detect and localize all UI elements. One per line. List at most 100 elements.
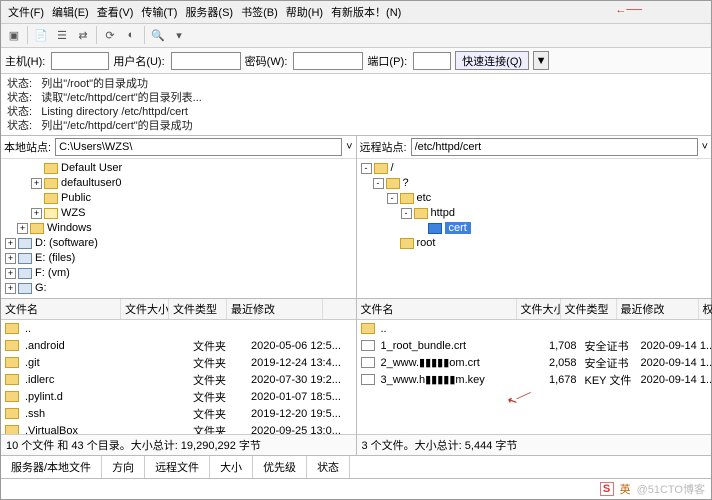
remote-list-header[interactable]: 文件名 文件大小 文件类型 最近修改 权限 (357, 299, 712, 320)
tree-node[interactable]: -httpd (401, 206, 708, 221)
list-item[interactable]: 3_www.h▮▮▮▮▮m.key1,678KEY 文件2020-09-14 1… (357, 371, 712, 388)
tree-expander[interactable]: + (5, 253, 16, 264)
tree-node[interactable]: cert (415, 221, 708, 236)
list-item[interactable]: .VirtualBox文件夹2020-09-25 13:0... (1, 422, 356, 434)
toggle-queue-icon[interactable]: ⇄ (74, 26, 92, 44)
pass-input[interactable] (293, 52, 363, 70)
remote-path-drop[interactable]: ˅ (702, 141, 708, 153)
col-type[interactable]: 文件类型 (169, 299, 227, 319)
log-line: 状态: 列出"/etc/httpd/cert"的目录成功 (7, 119, 705, 133)
menu-edit[interactable]: 编辑(E) (49, 3, 92, 21)
list-item[interactable]: .git文件夹2019-12-24 13:4... (1, 354, 356, 371)
compare-icon[interactable]: ◐ (122, 26, 140, 44)
tree-node[interactable]: Default User (31, 161, 352, 176)
local-tree[interactable]: Default User+defaultuser0Public+WZS+Wind… (1, 159, 356, 298)
list-item[interactable]: 1_root_bundle.crt1,708安全证书2020-09-14 1..… (357, 337, 712, 354)
local-file-list: 文件名 文件大小 文件类型 最近修改 ...android文件夹2020-05-… (1, 299, 357, 455)
tree-node[interactable]: +F: (vm) (5, 266, 352, 281)
col-mod[interactable]: 最近修改 (227, 299, 323, 319)
tree-node[interactable]: +D: (software) (5, 236, 352, 251)
toggle-log-icon[interactable]: 📄 (32, 26, 50, 44)
menu-file[interactable]: 文件(F) (5, 3, 47, 21)
tree-expander[interactable]: + (17, 223, 28, 234)
col-type[interactable]: 文件类型 (561, 299, 617, 319)
tree-node[interactable]: +E: (files) (5, 251, 352, 266)
queue-col-remote[interactable]: 远程文件 (145, 456, 210, 478)
queue-col-status[interactable]: 状态 (307, 456, 350, 478)
message-log[interactable]: 状态: 列出"/root"的目录成功状态: 读取"/etc/httpd/cert… (1, 74, 711, 136)
queue-col-pri[interactable]: 优先级 (253, 456, 307, 478)
menu-bookmark[interactable]: 书签(B) (238, 3, 281, 21)
menu-server[interactable]: 服务器(S) (182, 3, 236, 21)
list-item[interactable]: 2_www.▮▮▮▮▮om.crt2,058安全证书2020-09-14 1..… (357, 354, 712, 371)
remote-site-label: 远程站点: (360, 139, 407, 155)
list-item[interactable]: .pylint.d文件夹2020-01-07 18:5... (1, 388, 356, 405)
host-input[interactable] (51, 52, 109, 70)
port-input[interactable] (413, 52, 451, 70)
tree-expander[interactable]: - (401, 208, 412, 219)
col-size[interactable]: 文件大小 (517, 299, 561, 319)
menu-view[interactable]: 查看(V) (94, 3, 137, 21)
tree-expander[interactable]: - (361, 163, 372, 174)
col-size[interactable]: 文件大小 (121, 299, 169, 319)
tree-expander[interactable]: + (31, 208, 42, 219)
tree-node[interactable]: root (387, 236, 708, 251)
sogou-ime-icon[interactable]: S (600, 482, 614, 496)
tree-expander[interactable]: + (31, 178, 42, 189)
remote-file-list: 文件名 文件大小 文件类型 最近修改 权限 ..1_root_bundle.cr… (357, 299, 712, 455)
remote-list-body[interactable]: ..1_root_bundle.crt1,708安全证书2020-09-14 1… (357, 320, 712, 434)
toggle-tree-icon[interactable]: ☰ (53, 26, 71, 44)
local-list-body[interactable]: ...android文件夹2020-05-06 12:5....git文件夹20… (1, 320, 356, 434)
col-name[interactable]: 文件名 (1, 299, 121, 319)
local-path-drop[interactable]: ˅ (346, 141, 352, 153)
quickconnect-dropdown[interactable]: ▼ (533, 51, 549, 70)
folder-icon (5, 357, 19, 368)
tree-expander[interactable]: + (5, 238, 16, 249)
tree-expander[interactable]: - (387, 193, 398, 204)
tree-node[interactable]: -? (373, 176, 708, 191)
list-item[interactable]: .. (357, 320, 712, 337)
tree-node[interactable]: +WZS (31, 206, 352, 221)
menu-newver[interactable]: 有新版本！(N) (328, 3, 404, 21)
folder-icon (400, 193, 414, 204)
col-mod[interactable]: 最近修改 (617, 299, 699, 319)
col-name[interactable]: 文件名 (357, 299, 517, 319)
tree-node[interactable]: -/ (361, 161, 708, 176)
tree-node[interactable]: -etc (387, 191, 708, 206)
list-item[interactable]: .. (1, 320, 356, 337)
folder-icon (414, 208, 428, 219)
tree-node[interactable]: +defaultuser0 (31, 176, 352, 191)
ime-indicator[interactable]: 英 (620, 481, 631, 497)
search-icon[interactable]: 🔍 (149, 26, 167, 44)
queue-col-dir[interactable]: 方向 (102, 456, 145, 478)
quickconnect-button[interactable]: 快速连接(Q) (455, 51, 529, 70)
tree-node[interactable]: +Windows (17, 221, 352, 236)
list-item[interactable]: .ssh文件夹2019-12-20 19:5... (1, 405, 356, 422)
file-icon (361, 357, 375, 368)
queue-col-server[interactable]: 服务器/本地文件 (1, 456, 102, 478)
menu-help[interactable]: 帮助(H) (283, 3, 326, 21)
tree-node[interactable]: +G: (5, 281, 352, 296)
remote-tree[interactable]: -/-?-etc-httpdcertroot (357, 159, 712, 298)
col-perm[interactable]: 权限 (699, 299, 712, 319)
local-list-header[interactable]: 文件名 文件大小 文件类型 最近修改 (1, 299, 356, 320)
sync-browse-icon[interactable]: ⟳ (101, 26, 119, 44)
menu-transfer[interactable]: 传输(T) (138, 3, 180, 21)
watermark: @51CTO博客 (637, 481, 705, 497)
tree-expander[interactable]: - (373, 178, 384, 189)
folder-icon (428, 223, 442, 234)
local-path-input[interactable] (55, 138, 342, 156)
folder-icon (44, 163, 58, 174)
queue-col-size[interactable]: 大小 (210, 456, 253, 478)
tree-expander[interactable]: + (5, 283, 16, 294)
list-item[interactable]: .android文件夹2020-05-06 12:5... (1, 337, 356, 354)
user-input[interactable] (171, 52, 241, 70)
folder-icon (386, 178, 400, 189)
filter-icon[interactable]: ▾ (170, 26, 188, 44)
site-manager-icon[interactable]: ▣ (5, 26, 23, 44)
remote-footer: 3 个文件。大小总计: 5,444 字节 (357, 434, 712, 455)
tree-expander[interactable]: + (5, 268, 16, 279)
tree-node[interactable]: Public (31, 191, 352, 206)
remote-path-input[interactable] (411, 138, 698, 156)
list-item[interactable]: .idlerc文件夹2020-07-30 19:2... (1, 371, 356, 388)
